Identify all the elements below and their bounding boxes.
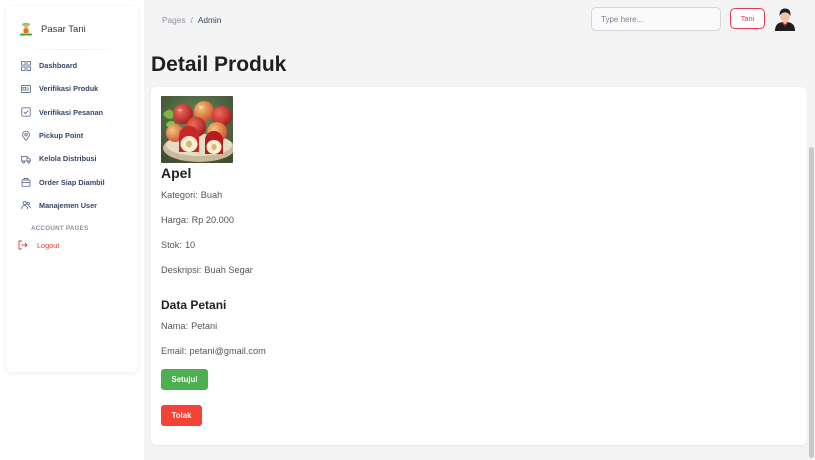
- breadcrumb-current: Admin: [197, 15, 222, 25]
- description-value: Buah Segar: [204, 265, 253, 275]
- sidebar-item-label: Pickup Point: [39, 131, 84, 141]
- package-icon: [20, 177, 31, 188]
- product-price: Harga: Rp 20.000: [161, 215, 234, 225]
- sidebar-item-order-siap-diambil[interactable]: Order Siap Diambil: [20, 170, 138, 193]
- approve-button[interactable]: Setujui: [161, 369, 208, 390]
- sidebar-item-label: Verifikasi Produk: [39, 84, 99, 94]
- dashboard-icon: [20, 60, 31, 71]
- brand[interactable]: Pasar Tani: [19, 18, 86, 40]
- sidebar-item-label: Manajemen User: [39, 200, 97, 210]
- brand-name: Pasar Tani: [41, 23, 86, 35]
- user-button[interactable]: Tani: [730, 8, 765, 29]
- sidebar-item-label: Dashboard: [39, 61, 78, 71]
- sidebar-item-label: Verifikasi Pesanan: [39, 107, 104, 117]
- sidebar-item-manajemen-user[interactable]: Manajemen User: [20, 194, 138, 217]
- sidebar-item-dashboard[interactable]: Dashboard: [20, 54, 138, 77]
- account-pages-heading: ACCOUNT PAGES: [31, 225, 89, 232]
- sidebar-item-verifikasi-produk[interactable]: Verifikasi Produk: [20, 77, 138, 100]
- description-label: Deskripsi:: [161, 265, 202, 275]
- sidebar: Pasar Tani Dashboard Verifikasi Produk V…: [6, 6, 138, 372]
- farmer-email-value: petani@gmail.com: [189, 346, 266, 356]
- farmer-name: Nama: Petani: [161, 321, 217, 331]
- product-card-icon: [20, 83, 31, 94]
- page-title: Detail Produk: [151, 53, 287, 76]
- left-background: [0, 380, 144, 460]
- product-detail-card: Apel Kategori: Buah Harga: Rp 20.000 Stok:…: [151, 87, 807, 445]
- logout-label: Logout: [37, 240, 60, 250]
- sidebar-divider: [18, 49, 126, 50]
- product-description: Deskripsi: Buah Segar: [161, 265, 253, 275]
- product-stock: Stok: 10: [161, 240, 195, 250]
- avatar[interactable]: [774, 7, 796, 31]
- breadcrumb-separator: /: [190, 15, 193, 25]
- reject-button[interactable]: Tolak: [161, 405, 202, 426]
- product-image: [161, 96, 233, 163]
- product-name: Apel: [161, 165, 192, 181]
- product-category: Kategori: Buah: [161, 190, 222, 200]
- price-label: Harga:: [161, 215, 189, 225]
- category-value: Buah: [200, 190, 223, 200]
- breadcrumb: Pages / Admin: [162, 15, 221, 25]
- sidebar-item-label: Kelola Distribusi: [39, 154, 97, 164]
- logout-icon: [18, 240, 29, 251]
- sidebar-item-verifikasi-pesanan[interactable]: Verifikasi Pesanan: [20, 101, 138, 124]
- scrollbar-thumb[interactable]: [809, 147, 814, 458]
- price-value: Rp 20.000: [191, 215, 234, 225]
- farmer-email-label: Email:: [161, 346, 187, 356]
- farmer-email: Email: petani@gmail.com: [161, 346, 266, 356]
- sidebar-item-kelola-distribusi[interactable]: Kelola Distribusi: [20, 147, 138, 170]
- breadcrumb-parent[interactable]: Pages: [162, 15, 186, 25]
- farmer-name-label: Nama:: [161, 321, 189, 331]
- sidebar-item-label: Order Siap Diambil: [39, 177, 105, 187]
- map-pin-icon: [20, 130, 31, 141]
- checklist-icon: [20, 107, 31, 118]
- truck-icon: [20, 153, 31, 164]
- sidebar-item-pickup-point[interactable]: Pickup Point: [20, 124, 138, 147]
- farmer-name-value: Petani: [191, 321, 218, 331]
- stock-label: Stok:: [161, 240, 182, 250]
- category-label: Kategori:: [161, 190, 198, 200]
- search-input[interactable]: [592, 8, 720, 30]
- users-icon: [20, 200, 31, 211]
- farmer-data-heading: Data Petani: [161, 298, 227, 312]
- sidebar-nav: Dashboard Verifikasi Produk Verifikasi P…: [20, 54, 138, 217]
- stock-value: 10: [184, 240, 196, 250]
- farmer-icon: [19, 21, 33, 37]
- search-box: [591, 7, 721, 31]
- logout-link[interactable]: Logout: [18, 239, 59, 251]
